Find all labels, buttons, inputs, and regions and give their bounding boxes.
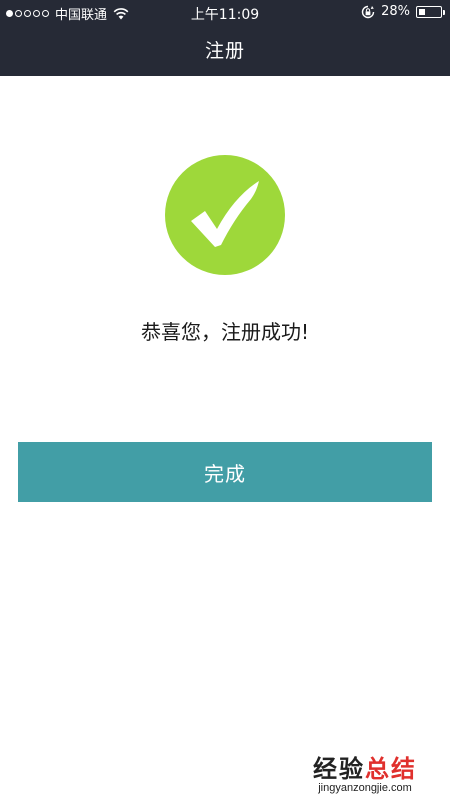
- battery-fill: [419, 8, 425, 15]
- rotation-lock-icon: [361, 5, 375, 18]
- checkmark-icon: [165, 155, 285, 275]
- status-bar: 中国联通 上午11:09 28%: [0, 0, 450, 24]
- signal-strength-icon: [6, 10, 49, 17]
- success-message: 恭喜您，注册成功!: [140, 320, 310, 344]
- app-header: 中国联通 上午11:09 28% 注册: [0, 0, 450, 76]
- signal-dot: [42, 10, 49, 17]
- watermark: 经验总结 jingyanzongjie.com: [290, 749, 440, 794]
- battery-percent: 28%: [381, 4, 410, 19]
- wifi-icon: [113, 7, 129, 19]
- signal-dot: [24, 10, 31, 17]
- carrier-name: 中国联通: [55, 8, 108, 23]
- signal-dot: [33, 10, 40, 17]
- signal-dot: [15, 10, 22, 17]
- status-right: 28%: [361, 4, 445, 19]
- watermark-brand-red: 总结: [365, 754, 417, 783]
- status-left: 中国联通: [6, 4, 129, 23]
- watermark-logo: 经验总结: [290, 749, 440, 784]
- watermark-brand-black: 经验: [313, 754, 365, 783]
- page-title: 注册: [204, 40, 245, 62]
- done-button[interactable]: 完成: [18, 442, 432, 502]
- signal-dot: [6, 10, 13, 17]
- battery-icon: [416, 5, 445, 18]
